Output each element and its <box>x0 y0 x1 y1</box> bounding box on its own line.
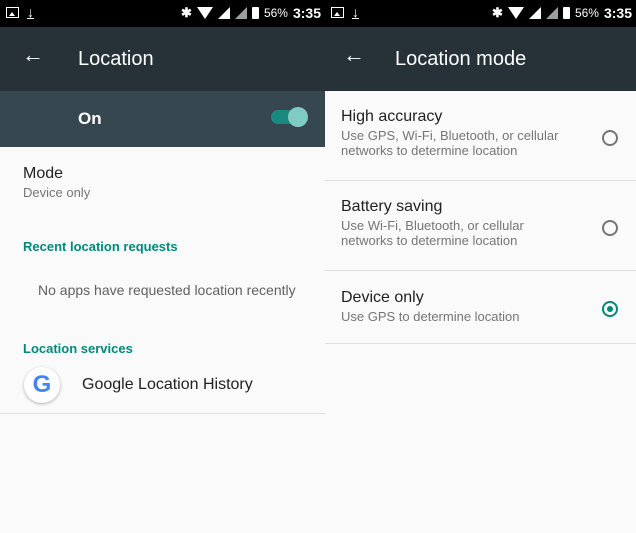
option-high-accuracy[interactable]: High accuracy Use GPS, Wi-Fi, Bluetooth,… <box>341 108 636 158</box>
google-g-icon: G <box>24 367 60 403</box>
option-device-only[interactable]: Device only Use GPS to determine locatio… <box>341 289 636 324</box>
service-label: Google Location History <box>82 376 253 393</box>
divider <box>325 180 636 181</box>
location-mode-screen: ↓ ✱ 56% 3:35 ← Location mode High accura… <box>325 0 636 533</box>
option-title: Device only <box>341 289 424 306</box>
radio-device-only[interactable] <box>602 301 618 317</box>
bluetooth-icon: ✱ <box>492 5 503 20</box>
app-bar: ← Location mode <box>325 27 636 91</box>
option-title: Battery saving <box>341 198 443 215</box>
back-arrow-icon[interactable]: ← <box>343 44 365 66</box>
divider <box>325 270 636 271</box>
no-recent-requests-text: No apps have requested location recently <box>38 282 296 298</box>
battery-percent: 56% <box>574 6 599 20</box>
battery-icon <box>562 7 570 19</box>
signal-icon-2 <box>545 7 558 19</box>
recent-requests-header: Recent location requests <box>23 239 178 254</box>
status-bar: ↓ ✱ 56% 3:35 <box>0 0 325 27</box>
option-desc-line1: Use GPS, Wi-Fi, Bluetooth, or cellular <box>341 128 559 143</box>
service-item-google-location-history[interactable]: G Google Location History <box>24 367 253 403</box>
signal-icon <box>217 7 230 19</box>
status-bar: ↓ ✱ 56% 3:35 <box>325 0 636 27</box>
battery-icon <box>251 7 259 19</box>
option-desc-line2: networks to determine location <box>341 143 518 158</box>
radio-battery-saving[interactable] <box>602 220 618 236</box>
wifi-icon <box>507 7 524 19</box>
option-desc-line1: Use GPS to determine location <box>341 309 520 324</box>
image-notification-icon <box>6 6 19 18</box>
location-screen: ↓ ✱ 56% 3:35 ← Location On Mode Device o… <box>0 0 325 533</box>
option-desc-line2: networks to determine location <box>341 233 518 248</box>
option-battery-saving[interactable]: Battery saving Use Wi-Fi, Bluetooth, or … <box>341 198 636 248</box>
option-desc-line1: Use Wi-Fi, Bluetooth, or cellular <box>341 218 524 233</box>
page-title: Location <box>78 48 154 70</box>
option-title: High accuracy <box>341 108 443 125</box>
mode-title: Mode <box>23 165 64 182</box>
switch-label: On <box>78 109 102 128</box>
back-arrow-icon[interactable]: ← <box>22 44 44 66</box>
master-switch-bar[interactable]: On <box>0 91 325 147</box>
clock: 3:35 <box>603 5 632 21</box>
download-icon: ↓ <box>27 4 34 20</box>
location-services-header: Location services <box>23 341 133 356</box>
clock: 3:35 <box>292 5 321 21</box>
radio-high-accuracy[interactable] <box>602 130 618 146</box>
signal-icon-2 <box>234 7 247 19</box>
battery-percent: 56% <box>263 6 288 20</box>
mode-value: Device only <box>23 185 91 200</box>
wifi-icon <box>196 7 213 19</box>
mode-setting[interactable]: Mode Device only <box>23 165 90 200</box>
download-icon: ↓ <box>352 4 359 20</box>
divider <box>325 343 636 344</box>
signal-icon <box>528 7 541 19</box>
toggle-knob <box>288 107 308 127</box>
divider <box>0 413 325 414</box>
google-g-letter: G <box>32 371 52 398</box>
bluetooth-icon: ✱ <box>181 5 192 20</box>
page-title: Location mode <box>395 48 527 70</box>
location-toggle[interactable] <box>271 107 308 127</box>
app-bar: ← Location <box>0 27 325 91</box>
image-notification-icon <box>331 6 344 18</box>
